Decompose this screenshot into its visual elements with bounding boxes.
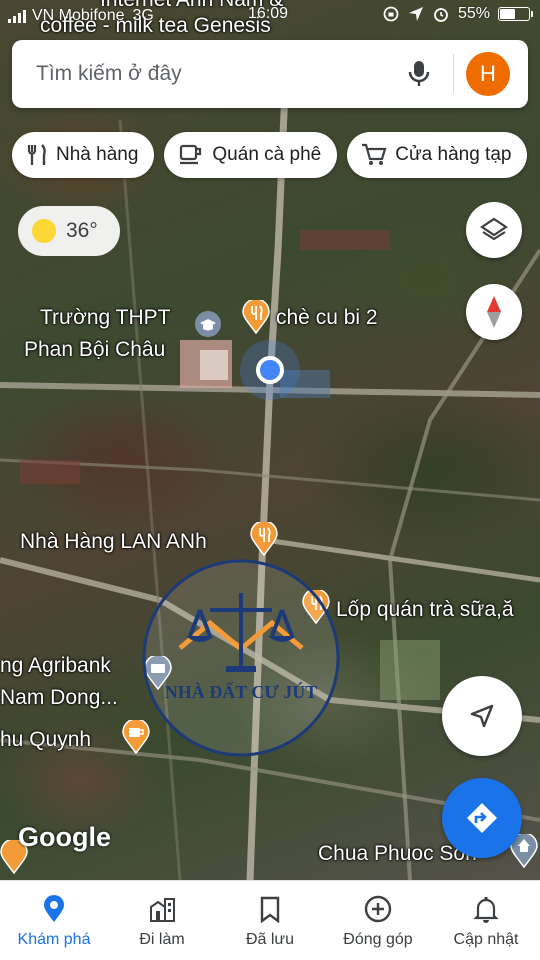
weather-temp: 36° (66, 219, 98, 242)
nav-saved[interactable]: Đã lưu (216, 881, 324, 960)
my-location-button[interactable] (442, 676, 522, 756)
chip-label: Quán cà phê (212, 144, 322, 165)
compass-button[interactable] (466, 284, 522, 340)
cart-icon (362, 143, 387, 165)
category-chips: Nhà hàng Quán cà phê Cửa hàng tạp (12, 132, 528, 178)
place-label-cafe[interactable]: hu Quynh (0, 728, 91, 752)
building-icon (150, 898, 175, 922)
nav-label: Đã lưu (245, 931, 295, 948)
account-avatar[interactable]: H (466, 52, 510, 96)
nav-label: Đóng góp (343, 931, 413, 948)
place-label-bank[interactable]: ng Agribank (0, 654, 111, 678)
carrier-name: VN Mobifone (32, 7, 125, 24)
add-circle-icon (364, 895, 392, 923)
screen-rotation-lock-icon (383, 6, 399, 22)
watermark-logo: NHÀ ĐẤT CƯ JÚT (142, 559, 340, 757)
nav-contribute[interactable]: Đóng góp (324, 881, 432, 960)
battery-fill (500, 9, 515, 19)
chip-label: Nhà hàng (56, 144, 139, 165)
bottom-navigation: Khám phá Đi làm Đã lưu Đóng góp Cập nhật (0, 880, 540, 960)
navigation-arrow-icon (470, 704, 494, 728)
weather-chip[interactable]: 36° (18, 206, 120, 256)
watermark-text: NHÀ ĐẤT CƯ JÚT (165, 681, 318, 702)
chip-restaurants[interactable]: Nhà hàng (12, 132, 155, 178)
layers-button[interactable] (466, 202, 522, 258)
battery-icon (498, 7, 533, 21)
place-label-school[interactable]: Trường THPT (40, 306, 171, 330)
microphone-icon[interactable] (399, 54, 439, 94)
nav-commute[interactable]: Đi làm (108, 881, 216, 960)
location-pin-icon (44, 895, 64, 922)
location-arrow-icon (408, 7, 423, 21)
search-divider (453, 54, 454, 94)
place-label-bank-name[interactable]: Nam Dong... (0, 686, 118, 710)
bookmark-icon (260, 896, 280, 923)
sun-icon (32, 219, 56, 243)
nav-label: Cập nhật (453, 931, 519, 948)
chip-groceries[interactable]: Cửa hàng tạp (347, 132, 528, 178)
chip-label: Cửa hàng tạp (395, 144, 512, 165)
nav-explore[interactable]: Khám phá (0, 881, 108, 960)
place-label-school-name[interactable]: Phan Bội Châu (24, 338, 165, 362)
school-pin-icon[interactable] (194, 310, 222, 344)
restaurant-pin-icon[interactable] (242, 300, 270, 334)
status-time: 16:09 (248, 5, 289, 22)
nav-label: Khám phá (17, 931, 91, 948)
nav-updates[interactable]: Cập nhật (432, 881, 540, 960)
directions-button[interactable] (442, 778, 522, 858)
my-location-dot (256, 356, 284, 384)
chip-cafes[interactable]: Quán cà phê (164, 132, 338, 178)
search-bar[interactable]: Tìm kiếm ở đây H (12, 40, 528, 108)
signal-icon (8, 9, 26, 23)
fork-knife-icon (27, 144, 46, 165)
network-type: 3G (132, 7, 154, 24)
alarm-icon (434, 8, 448, 22)
bell-icon (473, 897, 499, 923)
restaurant-pin-icon[interactable] (250, 522, 278, 556)
search-input[interactable]: Tìm kiếm ở đây (36, 62, 399, 86)
status-bar: VN Mobifone 3G 16:09 55% (0, 0, 540, 32)
directions-icon (467, 803, 497, 833)
compass-icon (487, 296, 501, 328)
google-logo: Google (18, 822, 111, 852)
layers-icon (480, 217, 508, 241)
place-label-tea[interactable]: Lốp quán trà sữa,ă (336, 598, 514, 622)
place-label-restaurant[interactable]: Nhà Hàng LAN ANh (20, 530, 207, 554)
nav-label: Đi làm (139, 931, 185, 948)
coffee-cup-icon (180, 144, 202, 165)
battery-percent: 55% (457, 5, 490, 22)
place-label-che[interactable]: chè cu bi 2 (276, 306, 378, 330)
